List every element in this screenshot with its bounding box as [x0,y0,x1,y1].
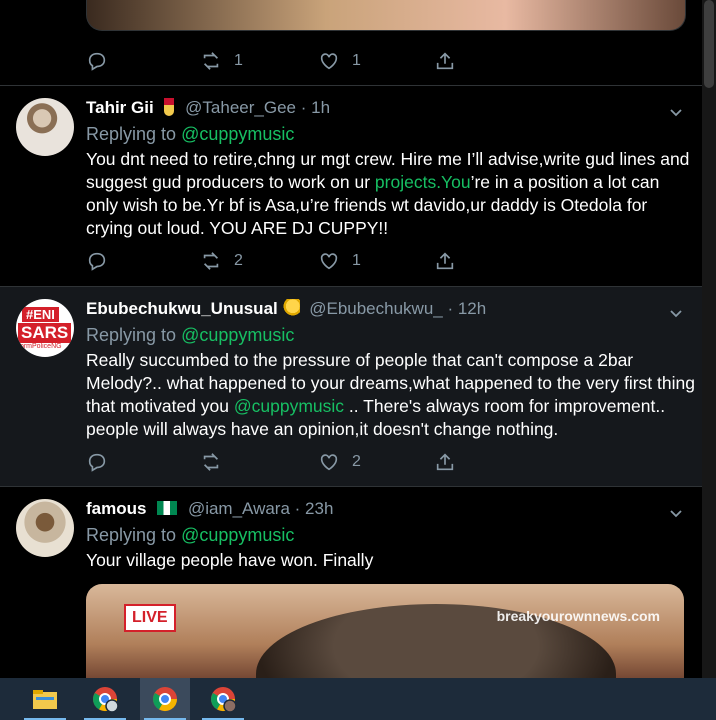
tweet-ebubechukwu[interactable]: #ENI SARS formPoliceNG Ebubechukwu_Unusu… [0,287,702,487]
retweet-icon [203,52,219,70]
taskbar-chrome-profile[interactable] [80,678,130,720]
flexed-biceps-emoji [282,299,301,317]
like-button[interactable]: 1 [318,50,361,72]
file-explorer-icon [33,690,57,709]
retweet-count: 2 [234,252,243,269]
scrollbar-thumb[interactable] [704,0,714,88]
avatar-text-main: SARS [18,323,72,343]
timestamp[interactable]: · 12h [447,299,486,318]
nigeria-flag-icon [157,501,178,515]
taskbar-chrome-profile-2[interactable] [198,678,248,720]
reply-icon [88,252,106,271]
share-button[interactable] [434,250,456,272]
tweet-media[interactable]: LIVE breakyourownnews.com [86,584,684,678]
retweet-icon [203,252,219,270]
timestamp[interactable]: · 23h [295,499,334,518]
reply-button[interactable] [86,451,108,473]
live-badge: LIVE [124,604,176,632]
share-icon [436,52,454,70]
like-button[interactable]: 2 [318,451,361,473]
heart-icon [320,53,338,70]
heart-icon [320,253,338,270]
chevron-down-icon[interactable] [668,305,684,321]
tweet-link[interactable]: projects.You [375,172,471,192]
like-count: 1 [352,52,361,69]
display-name[interactable]: Tahir Gii [86,98,154,117]
share-button[interactable] [434,451,456,473]
retweet-button[interactable] [200,451,234,473]
tweet-previous: 1 1 [0,0,702,86]
medal-icon [164,98,175,116]
share-icon [436,453,454,471]
tweet-tahir[interactable]: Tahir Gii @Taheer_Gee · 1h Replying to @… [0,86,702,287]
avatar-text-top: #ENI [22,307,59,322]
reply-icon [88,52,106,71]
tweet-link[interactable]: @cuppymusic [234,396,344,416]
chrome-profile-2-icon [211,687,237,713]
avatar[interactable]: #ENI SARS formPoliceNG [16,299,74,357]
media-bottom-edge [86,0,686,31]
avatar[interactable] [16,499,74,557]
like-count: 1 [352,252,361,269]
timestamp[interactable]: · 1h [301,98,330,117]
like-count: 2 [352,453,361,470]
share-icon [436,252,454,270]
avatar[interactable] [16,98,74,156]
media-watermark: breakyourownnews.com [496,608,660,624]
tweet-header: Tahir Gii @Taheer_Gee · 1h [86,98,330,118]
replying-to-label: Replying to [86,325,177,345]
replying-to-label: Replying to [86,525,177,545]
tweet-header: Ebubechukwu_Unusual @Ebubechukwu_ · 12h [86,299,486,319]
replying-to: Replying to @cuppymusic [86,525,294,546]
replying-to-label: Replying to [86,124,177,144]
tweet-text: Really succumbed to the pressure of peop… [86,349,696,441]
tweet-text: Your village people have won. Finally [86,550,374,570]
taskbar-file-explorer[interactable] [20,678,70,720]
tweet-actions: 2 [86,451,466,475]
taskbar-chrome[interactable] [140,678,190,720]
reply-icon [88,453,106,472]
taskbar [0,678,716,720]
handle[interactable]: @iam_Awara [188,499,290,518]
tweet-actions: 2 1 [86,250,466,274]
handle[interactable]: @Taheer_Gee [185,98,296,117]
handle[interactable]: @Ebubechukwu_ [309,299,443,318]
tweet-famous[interactable]: famous @iam_Awara · 23h Replying to @cup… [0,487,702,678]
tweet-header: famous @iam_Awara · 23h [86,499,333,519]
reply-button[interactable] [86,250,108,272]
tweet-actions: 1 1 [86,50,466,74]
chrome-icon [153,687,177,712]
mention-link[interactable]: @cuppymusic [181,525,294,545]
avatar-text-bottom: formPoliceNG [18,343,62,350]
display-name[interactable]: Ebubechukwu_Unusual [86,299,278,318]
retweet-button[interactable]: 1 [200,50,243,72]
heart-icon [320,454,338,471]
like-button[interactable]: 1 [318,250,361,272]
scrollbar[interactable] [702,0,716,678]
retweet-count: 1 [234,52,243,69]
mention-link[interactable]: @cuppymusic [181,325,294,345]
replying-to: Replying to @cuppymusic [86,124,294,145]
tweet-text: You dnt need to retire,chng ur mgt crew.… [86,148,696,240]
mention-link[interactable]: @cuppymusic [181,124,294,144]
chevron-down-icon[interactable] [668,104,684,120]
retweet-icon [203,453,219,471]
replying-to: Replying to @cuppymusic [86,325,294,346]
retweet-button[interactable]: 2 [200,250,243,272]
share-button[interactable] [434,50,456,72]
reply-button[interactable] [86,50,108,72]
chevron-down-icon[interactable] [668,505,684,521]
display-name[interactable]: famous [86,499,146,518]
chrome-profile-icon [93,687,119,713]
